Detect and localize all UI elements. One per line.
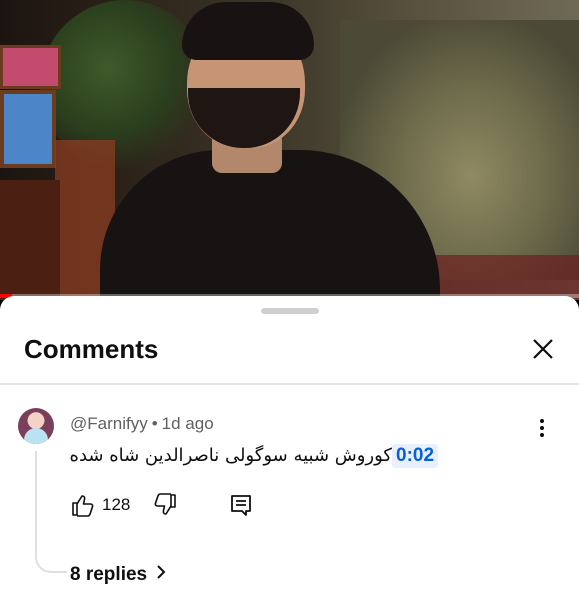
replies-label: 8 replies xyxy=(70,564,148,586)
background-arcade-screen xyxy=(0,45,61,89)
thread-line xyxy=(35,451,67,573)
avatar[interactable] xyxy=(18,408,54,444)
more-vert-icon[interactable] xyxy=(532,416,552,442)
background-arcade-screen xyxy=(0,90,56,168)
drag-handle[interactable] xyxy=(261,308,319,314)
background-shelf xyxy=(0,180,60,300)
comment-author[interactable]: @Farnifyy xyxy=(70,414,148,433)
comment-meta: @Farnifyy • 1d ago xyxy=(70,414,214,434)
divider xyxy=(0,383,579,385)
timestamp-link[interactable]: 0:02 xyxy=(392,444,439,468)
person-hair xyxy=(182,2,314,60)
close-icon[interactable] xyxy=(528,334,558,364)
thumb-up-icon[interactable] xyxy=(70,492,96,518)
panel-title: Comments xyxy=(24,334,159,364)
like-count: 128 xyxy=(102,495,131,514)
video-player[interactable] xyxy=(0,0,579,300)
comments-sheet: Comments @Farnifyy • 1d ago کوروش شبیه سوگ… xyxy=(0,296,579,600)
thumb-down-icon[interactable] xyxy=(152,492,178,518)
person-beard xyxy=(188,88,300,148)
view-replies-button[interactable]: 8 replies xyxy=(70,564,167,586)
chevron-right-icon xyxy=(155,564,167,586)
reply-icon[interactable] xyxy=(228,492,254,518)
comment-text: کوروش شبیه سوگولی ناصرالدین شاه شده xyxy=(69,445,392,466)
meta-separator: • xyxy=(151,414,158,433)
comment-age: 1d ago xyxy=(161,414,214,433)
